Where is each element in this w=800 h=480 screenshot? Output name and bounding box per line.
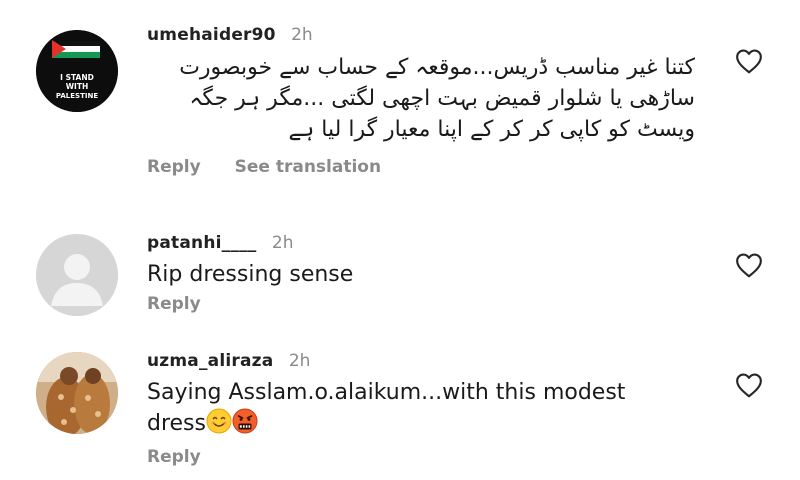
comment-body: umehaider90 2h کتنا غیر مناسب ڈریس...موق… bbox=[147, 24, 730, 177]
user-photo-avatar-icon bbox=[36, 352, 118, 434]
heart-icon[interactable] bbox=[734, 252, 764, 278]
comment-actions: Reply bbox=[147, 447, 730, 467]
reply-button[interactable]: Reply bbox=[147, 157, 201, 177]
comment-meta: uzma_aliraza 2h bbox=[147, 350, 730, 372]
comment-meta: umehaider90 2h bbox=[147, 24, 730, 46]
avatar-text-line-2: WITH bbox=[66, 82, 88, 91]
avatar[interactable]: I STAND WITH PALESTINE bbox=[36, 30, 118, 112]
comment-text: کتنا غیر مناسب ڈریس...موقعہ کے حساب سے خ… bbox=[179, 55, 695, 142]
comment-text-wrapper: Saying Asslam.o.alaikum...with this mode… bbox=[147, 378, 667, 439]
timestamp: 2h bbox=[271, 233, 294, 253]
palestine-flag-avatar-icon: I STAND WITH PALESTINE bbox=[36, 30, 118, 112]
comment-actions: Reply bbox=[147, 294, 730, 314]
comment-actions: Reply See translation bbox=[147, 157, 730, 177]
timestamp: 2h bbox=[291, 25, 313, 45]
username[interactable]: uzma_aliraza bbox=[147, 351, 273, 371]
reply-button[interactable]: Reply bbox=[147, 294, 201, 314]
comment-text: Rip dressing sense bbox=[147, 262, 354, 287]
username[interactable]: patanhi____ bbox=[147, 233, 256, 253]
avatar-text-line-1: I STAND bbox=[60, 73, 94, 82]
heart-icon[interactable] bbox=[734, 48, 764, 74]
reply-button[interactable]: Reply bbox=[147, 447, 201, 467]
heart-icon[interactable] bbox=[734, 372, 764, 398]
see-translation-button[interactable]: See translation bbox=[235, 157, 381, 177]
avatar-text-line-3: PALESTINE bbox=[56, 92, 98, 100]
face-with-symbols-on-mouth-icon bbox=[232, 408, 258, 434]
comment-body: patanhi____ 2h Rip dressing sense Reply bbox=[147, 232, 730, 314]
comment-body: uzma_aliraza 2h Saying Asslam.o.alaikum.… bbox=[147, 350, 730, 467]
avatar[interactable] bbox=[36, 352, 118, 434]
username[interactable]: umehaider90 bbox=[147, 25, 276, 45]
avatar[interactable] bbox=[36, 234, 118, 316]
timestamp: 2h bbox=[288, 351, 311, 371]
smiling-face-icon bbox=[206, 408, 232, 434]
comment-meta: patanhi____ 2h bbox=[147, 232, 730, 254]
default-avatar-icon bbox=[36, 234, 118, 316]
